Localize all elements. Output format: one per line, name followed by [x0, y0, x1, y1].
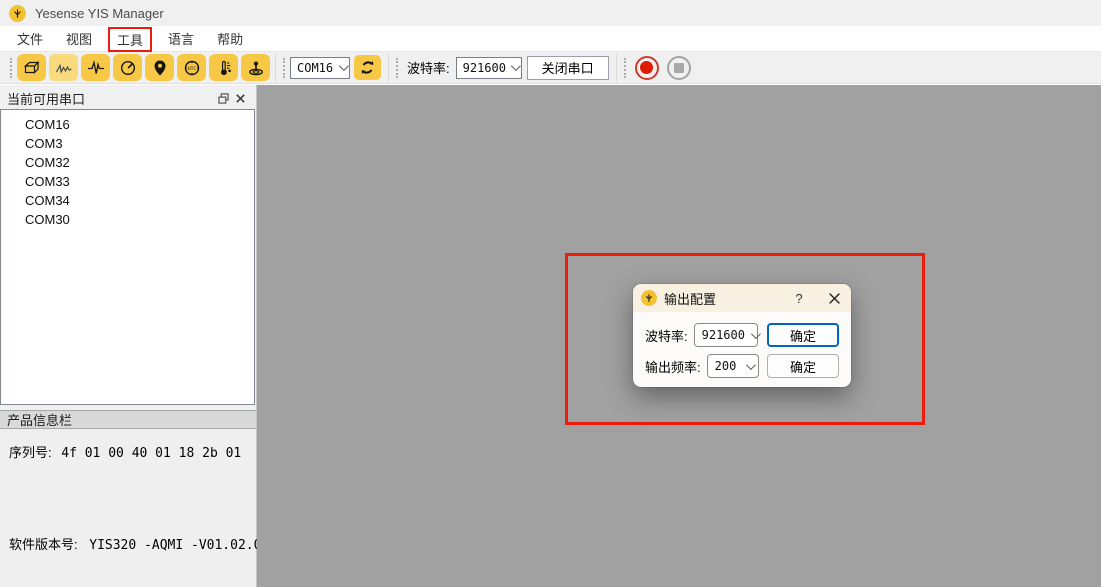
chevron-down-icon: [511, 61, 521, 71]
close-icon: [235, 93, 246, 104]
float-panel-button[interactable]: [215, 90, 232, 106]
left-dock: 当前可用串口 COM16 COM3 COM32 COM33 COM34 COM3…: [0, 85, 257, 587]
port-list-item[interactable]: COM34: [1, 191, 254, 210]
location-pin-icon: [150, 59, 170, 77]
window-titlebar: Yesense YIS Manager: [0, 0, 1101, 26]
close-serial-button[interactable]: 关闭串口: [527, 56, 609, 80]
main-toolbar: UTC COM16 波特率: 921600 关闭串口: [0, 52, 1101, 84]
port-list-item[interactable]: COM16: [1, 115, 254, 134]
software-version-value: YIS320 -AQMI -V01.02.03;: [89, 538, 277, 553]
joystick-icon: [246, 59, 266, 77]
dialog-baud-value: 921600: [702, 328, 745, 342]
record-button[interactable]: [635, 56, 659, 80]
serial-number-row: 序列号: 4f 01 00 40 01 18 2b 01: [9, 442, 241, 461]
app-logo-icon: [9, 5, 26, 22]
dialog-titlebar: 输出配置 ?: [633, 284, 851, 312]
dialog-logo-icon: [641, 290, 657, 306]
dialog-baud-label: 波特率:: [645, 326, 688, 345]
dialog-rate-ok-button[interactable]: 确定: [767, 354, 839, 378]
serial-number-value: 4f 01 00 40 01 18 2b 01: [61, 446, 241, 461]
waveform-pulse-icon: [86, 59, 106, 77]
workspace: 输出配置 ? 波特率: 921600 确定 输出频率:: [257, 85, 1101, 587]
toolbar-separator: [388, 54, 389, 82]
cube-3d-button[interactable]: [17, 54, 46, 81]
close-icon: [828, 292, 841, 305]
com-port-value: COM16: [297, 61, 334, 75]
dialog-baud-select[interactable]: 921600: [694, 323, 758, 347]
chevron-down-icon: [751, 329, 761, 339]
chevron-down-icon: [339, 61, 349, 71]
dialog-help-button[interactable]: ?: [791, 291, 807, 306]
joystick-button[interactable]: [241, 54, 270, 81]
toolbar-separator: [275, 54, 276, 82]
menu-file[interactable]: 文件: [10, 26, 50, 51]
menu-language[interactable]: 语言: [161, 26, 201, 51]
baud-rate-value: 921600: [463, 61, 506, 75]
menu-view[interactable]: 视图: [59, 26, 99, 51]
float-panel-icon: [218, 93, 229, 104]
chevron-down-icon: [746, 360, 756, 370]
toolbar-grip[interactable]: [396, 58, 398, 78]
port-list-item[interactable]: COM32: [1, 153, 254, 172]
dialog-title: 输出配置: [664, 289, 784, 308]
port-list-item[interactable]: COM3: [1, 134, 254, 153]
toolbar-grip[interactable]: [624, 58, 626, 78]
dialog-rate-value: 200: [715, 359, 740, 373]
baud-rate-row: 波特率: 921600 确定: [645, 323, 839, 347]
serial-number-label: 序列号:: [9, 445, 52, 460]
refresh-ports-button[interactable]: [354, 55, 381, 80]
menu-help[interactable]: 帮助: [210, 26, 250, 51]
window-title: Yesense YIS Manager: [35, 6, 164, 21]
utc-clock-icon: UTC: [182, 59, 202, 77]
waveform-pulse-button[interactable]: [81, 54, 110, 81]
com-port-select[interactable]: COM16: [290, 57, 350, 79]
waveform-curve-button[interactable]: [49, 54, 78, 81]
cube-3d-icon: [22, 59, 42, 77]
utc-clock-button[interactable]: UTC: [177, 54, 206, 81]
ports-panel-header: 当前可用串口: [0, 88, 256, 108]
stop-button[interactable]: [667, 56, 691, 80]
stop-icon: [674, 63, 684, 73]
close-panel-button[interactable]: [232, 90, 249, 106]
software-version-label: 软件版本号:: [9, 537, 78, 552]
app-body: 当前可用串口 COM16 COM3 COM32 COM33 COM34 COM3…: [0, 85, 1101, 587]
dialog-baud-ok-button[interactable]: 确定: [767, 323, 839, 347]
refresh-icon: [359, 59, 376, 76]
toolbar-grip[interactable]: [10, 58, 12, 78]
dialog-rate-label: 输出频率:: [645, 357, 701, 376]
menu-bar: 文件 视图 工具 语言 帮助: [0, 26, 1101, 52]
info-panel-header: 产品信息栏: [0, 410, 256, 429]
ports-panel-title: 当前可用串口: [7, 89, 85, 108]
baud-rate-label: 波特率:: [407, 58, 450, 77]
gauge-button[interactable]: [113, 54, 142, 81]
toolbar-grip[interactable]: [283, 58, 285, 78]
software-version-row: 软件版本号: YIS320 -AQMI -V01.02.03;: [9, 534, 277, 553]
output-rate-row: 输出频率: 200 确定: [645, 354, 839, 378]
port-list-item[interactable]: COM30: [1, 210, 254, 229]
dialog-close-button[interactable]: [828, 292, 841, 305]
gauge-icon: [118, 59, 138, 77]
record-icon: [640, 61, 653, 74]
output-config-dialog: 输出配置 ? 波特率: 921600 确定 输出频率:: [633, 284, 851, 387]
thermometer-icon: [214, 59, 234, 77]
menu-tools[interactable]: 工具: [108, 27, 152, 52]
location-pin-button[interactable]: [145, 54, 174, 81]
svg-text:UTC: UTC: [187, 65, 196, 71]
toolbar-separator: [616, 54, 617, 82]
port-list-item[interactable]: COM33: [1, 172, 254, 191]
dialog-body: 波特率: 921600 确定 输出频率: 200 确定: [633, 312, 851, 378]
waveform-curve-icon: [54, 59, 74, 77]
port-list: COM16 COM3 COM32 COM33 COM34 COM30: [0, 109, 255, 405]
info-panel-body: 序列号: 4f 01 00 40 01 18 2b 01 软件版本号: YIS3…: [0, 429, 256, 587]
baud-rate-select[interactable]: 921600: [456, 57, 522, 79]
dialog-rate-select[interactable]: 200: [707, 354, 759, 378]
thermometer-button[interactable]: [209, 54, 238, 81]
info-panel-title: 产品信息栏: [7, 410, 72, 429]
